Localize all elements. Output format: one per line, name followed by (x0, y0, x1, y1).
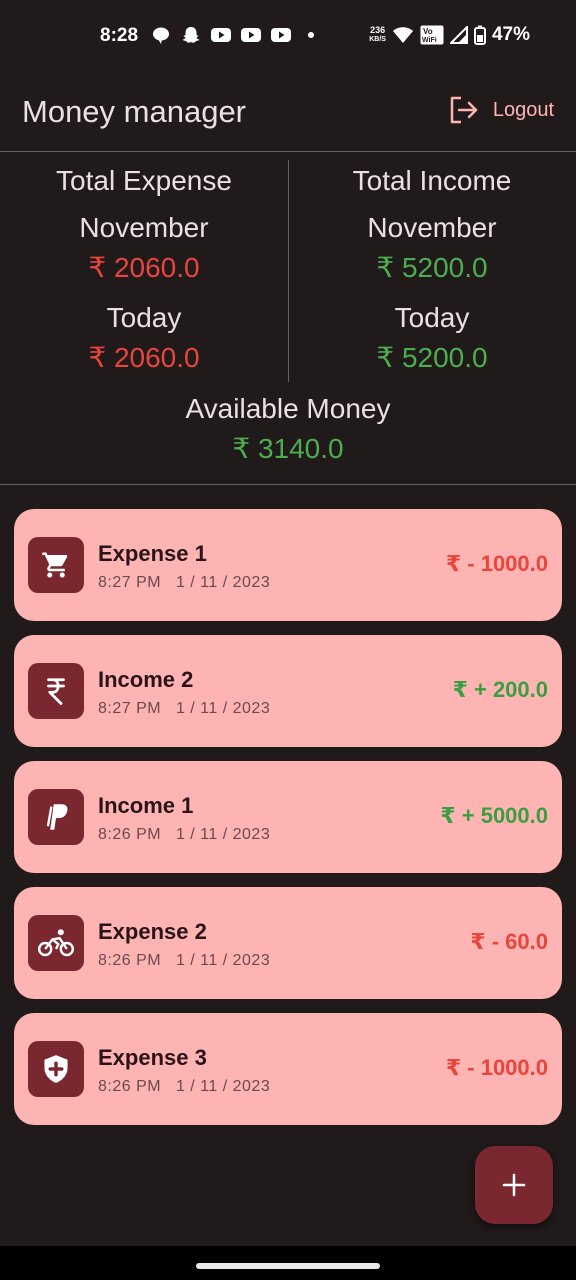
chat-bubble-icon (153, 27, 169, 44)
transaction-date: 1 / 11 / 2023 (175, 952, 271, 969)
transaction-datetime: 8:26 PM 1 / 11 / 2023 (98, 826, 270, 844)
income-month-label: November (367, 212, 497, 243)
youtube-icon (271, 28, 291, 42)
transaction-name: Income 1 (98, 793, 194, 818)
cyclist-icon (28, 915, 84, 971)
vowifi-icon: VoWiFi (420, 25, 444, 45)
expense-month-amount: ₹ 2060.0 (88, 252, 200, 283)
transaction-list: Expense 1 8:27 PM 1 / 11 / 2023 ₹ - 1000… (14, 509, 562, 1139)
paypal-icon (28, 789, 84, 845)
speed-value: 236 (370, 25, 386, 35)
add-transaction-button[interactable] (475, 1146, 553, 1224)
logout-button[interactable]: Logout (449, 96, 554, 124)
shopping-cart-icon (28, 537, 84, 593)
expense-today-amount: ₹ 2060.0 (88, 342, 200, 373)
battery-icon (473, 25, 486, 45)
status-time: 8:28 (100, 25, 139, 46)
signal-icon (449, 26, 468, 44)
transaction-card[interactable]: Expense 1 8:27 PM 1 / 11 / 2023 ₹ - 1000… (14, 509, 562, 621)
transaction-date: 1 / 11 / 2023 (175, 826, 271, 843)
transaction-date: 1 / 11 / 2023 (175, 700, 271, 717)
transaction-time: 8:27 PM (98, 574, 162, 591)
rupee-icon (28, 663, 84, 719)
income-month-amount: ₹ 5200.0 (376, 252, 488, 283)
transaction-name: Expense 1 (98, 541, 207, 566)
status-bar: 8:28 236 KB/S Vo WiFi 47% (0, 0, 576, 74)
system-indicators: 236 KB/S Vo WiFi 47% (369, 24, 530, 46)
transaction-card[interactable]: Income 1 8:26 PM 1 / 11 / 2023 ₹ + 5000.… (14, 761, 562, 873)
transaction-date: 1 / 11 / 2023 (175, 574, 271, 591)
available-label: Available Money (185, 393, 391, 424)
youtube-icon (211, 28, 231, 42)
income-summary: Total Income November ₹ 5200.0 Today ₹ 5… (288, 152, 576, 373)
plus-icon (502, 1173, 526, 1197)
home-indicator[interactable] (196, 1263, 380, 1269)
transaction-time: 8:26 PM (98, 826, 162, 843)
speed-unit: KB/S (369, 36, 386, 43)
notification-icons (150, 26, 322, 44)
transaction-card[interactable]: Expense 2 8:26 PM 1 / 11 / 2023 ₹ - 60.0 (14, 887, 562, 999)
transaction-time: 8:26 PM (98, 952, 162, 969)
income-today-label: Today (394, 302, 470, 333)
transaction-card[interactable]: Expense 3 8:26 PM 1 / 11 / 2023 ₹ - 1000… (14, 1013, 562, 1125)
transaction-datetime: 8:26 PM 1 / 11 / 2023 (98, 1078, 270, 1096)
transaction-amount: ₹ - 1000.0 (445, 1055, 548, 1080)
expense-today-label: Today (106, 302, 182, 333)
health-shield-icon (28, 1041, 84, 1097)
svg-text:WiFi: WiFi (422, 37, 437, 44)
logout-label: Logout (492, 98, 554, 121)
svg-text:Vo: Vo (423, 27, 433, 36)
more-dot-icon (308, 32, 314, 38)
transaction-name: Expense 2 (98, 919, 207, 944)
logout-icon (450, 96, 478, 124)
network-speed: 236 KB/S (369, 26, 386, 44)
transaction-datetime: 8:26 PM 1 / 11 / 2023 (98, 952, 270, 970)
wifi-icon (392, 27, 413, 43)
transaction-datetime: 8:27 PM 1 / 11 / 2023 (98, 574, 270, 592)
transaction-card[interactable]: Income 2 8:27 PM 1 / 11 / 2023 ₹ + 200.0 (14, 635, 562, 747)
app-bar: Money manager Logout (0, 74, 576, 152)
transaction-date: 1 / 11 / 2023 (175, 1078, 271, 1095)
transaction-time: 8:26 PM (98, 1078, 162, 1095)
divider (0, 484, 576, 485)
youtube-icon (241, 28, 261, 42)
summary-panel: Total Expense November ₹ 2060.0 Today ₹ … (0, 152, 576, 484)
transaction-datetime: 8:27 PM 1 / 11 / 2023 (98, 700, 270, 718)
snapchat-icon (182, 27, 200, 43)
transaction-amount: ₹ + 200.0 (452, 677, 548, 702)
transaction-name: Expense 3 (98, 1045, 207, 1070)
expense-summary: Total Expense November ₹ 2060.0 Today ₹ … (0, 152, 288, 373)
transaction-time: 8:27 PM (98, 700, 162, 717)
expense-month-label: November (79, 212, 209, 243)
transaction-amount: ₹ - 1000.0 (445, 551, 548, 576)
income-heading: Total Income (352, 165, 512, 196)
transaction-amount: ₹ - 60.0 (470, 929, 548, 954)
transaction-amount: ₹ + 5000.0 (440, 803, 548, 828)
transaction-name: Income 2 (98, 667, 194, 692)
page-title: Money manager (22, 94, 247, 129)
available-amount: ₹ 3140.0 (232, 433, 344, 464)
available-money: Available Money ₹ 3140.0 (0, 394, 576, 464)
battery-percentage: 47% (491, 24, 530, 45)
expense-heading: Total Expense (56, 165, 232, 196)
income-today-amount: ₹ 5200.0 (376, 342, 488, 373)
